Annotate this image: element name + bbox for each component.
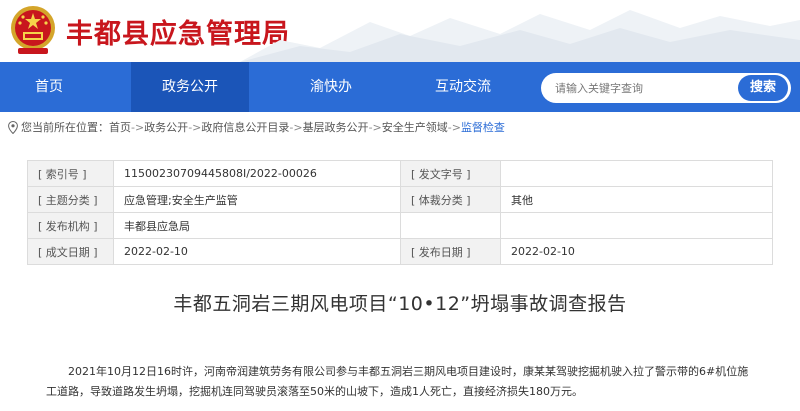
info-empty-cell bbox=[400, 212, 501, 239]
article-paragraph: 2021年10月12日16时许，河南帝润建筑劳务有限公司参与丰都五洞岩三期风电项… bbox=[46, 365, 749, 398]
info-value: 其他 bbox=[500, 186, 773, 213]
info-label: [ 发文字号 ] bbox=[400, 160, 501, 187]
table-row: [ 主题分类 ] 应急管理;安全生产监管 [ 体裁分类 ] 其他 bbox=[27, 186, 773, 213]
breadcrumb-current[interactable]: 监督检查 bbox=[461, 121, 505, 134]
info-value: 11500230709445808I/2022-00026 bbox=[113, 160, 401, 187]
info-value: 2022-02-10 bbox=[500, 238, 773, 265]
table-row: [ 发布机构 ] 丰都县应急局 bbox=[27, 212, 773, 239]
info-label: [ 发布机构 ] bbox=[27, 212, 114, 239]
info-value bbox=[500, 212, 773, 239]
breadcrumb-prefix: 您当前所在位置： bbox=[21, 121, 109, 134]
table-row: [ 索引号 ] 11500230709445808I/2022-00026 [ … bbox=[27, 160, 773, 187]
nav-item-yukuaiban[interactable]: 渝快办 bbox=[282, 62, 380, 112]
info-label: [ 索引号 ] bbox=[27, 160, 114, 187]
breadcrumb: 您当前所在位置：首页->政务公开->政府信息公开目录->基层政务公开->安全生产… bbox=[8, 119, 505, 135]
info-label: [ 体裁分类 ] bbox=[400, 186, 501, 213]
breadcrumb-separator: -> bbox=[447, 121, 461, 134]
mountain-background-decoration bbox=[240, 10, 800, 62]
breadcrumb-item[interactable]: 政府信息公开目录 bbox=[201, 121, 289, 134]
search-input[interactable] bbox=[541, 73, 731, 103]
info-label: [ 成文日期 ] bbox=[27, 238, 114, 265]
article-title: 丰都五洞岩三期风电项目“10•12”坍塌事故调查报告 bbox=[173, 293, 627, 315]
info-value bbox=[500, 160, 773, 187]
table-row: [ 成文日期 ] 2022-02-10 [ 发布日期 ] 2022-02-10 bbox=[27, 238, 773, 265]
breadcrumb-item[interactable]: 首页 bbox=[109, 121, 131, 134]
national-emblem-icon bbox=[11, 6, 55, 54]
breadcrumb-separator: -> bbox=[131, 121, 145, 134]
breadcrumb-item[interactable]: 基层政务公开 bbox=[303, 121, 369, 134]
info-value: 应急管理;安全生产监管 bbox=[113, 186, 401, 213]
info-value: 2022-02-10 bbox=[113, 238, 401, 265]
location-icon bbox=[8, 121, 18, 134]
document-info-table: [ 索引号 ] 11500230709445808I/2022-00026 [ … bbox=[27, 160, 773, 265]
info-value: 丰都县应急局 bbox=[113, 212, 401, 239]
info-label: [ 发布日期 ] bbox=[400, 238, 501, 265]
breadcrumb-separator: -> bbox=[188, 121, 202, 134]
nav-item-government-affairs[interactable]: 政务公开 bbox=[131, 62, 249, 112]
breadcrumb-separator: -> bbox=[289, 121, 303, 134]
nav-item-interaction[interactable]: 互动交流 bbox=[414, 62, 512, 112]
breadcrumb-separator: -> bbox=[368, 121, 382, 134]
nav-item-home[interactable]: 首页 bbox=[0, 62, 98, 112]
breadcrumb-item[interactable]: 政务公开 bbox=[144, 121, 188, 134]
info-label: [ 主题分类 ] bbox=[27, 186, 114, 213]
site-header: 丰都县应急管理局 bbox=[0, 0, 800, 62]
search-button[interactable]: 搜索 bbox=[738, 75, 788, 101]
breadcrumb-item[interactable]: 安全生产领域 bbox=[382, 121, 448, 134]
